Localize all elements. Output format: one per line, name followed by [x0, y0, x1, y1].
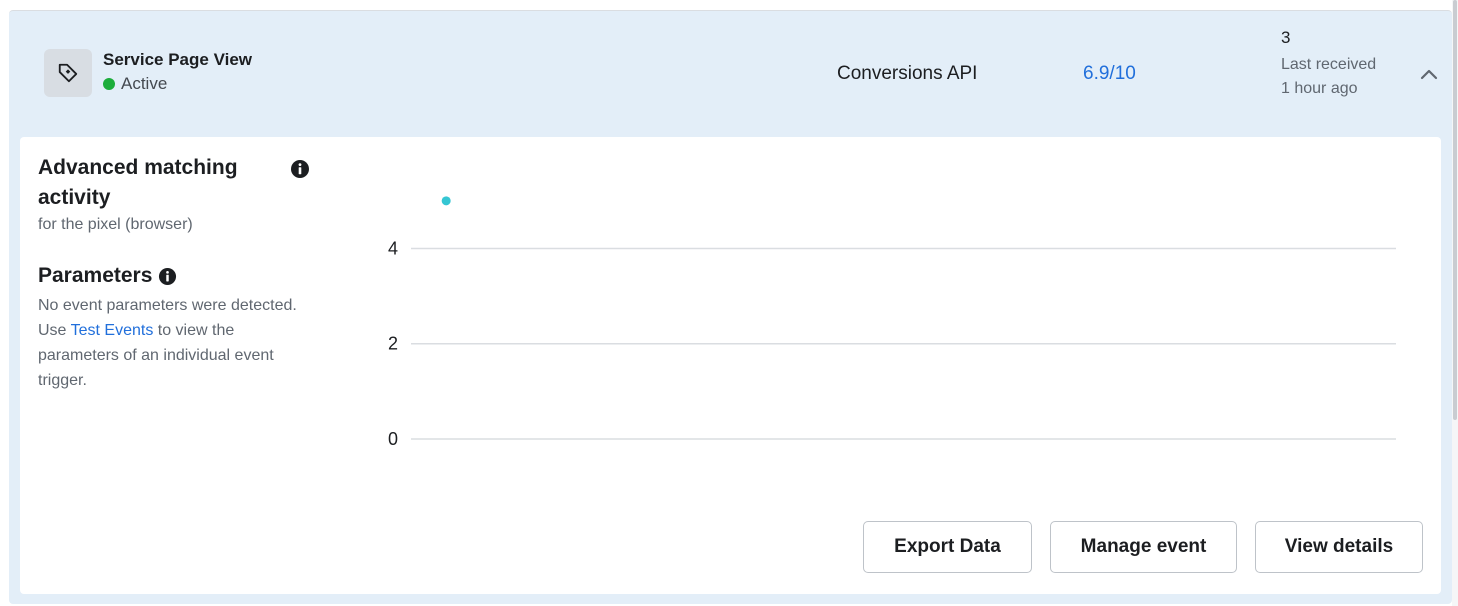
- advanced-matching-subtitle: for the pixel (browser): [38, 216, 193, 233]
- tag-icon: [44, 49, 92, 97]
- advanced-matching-title: Advanced matching activity: [38, 156, 238, 209]
- parameters-title: Parameters: [38, 264, 153, 287]
- activity-chart: 420Feb 10: [388, 196, 1396, 447]
- event-details-panel: Advanced matching activity for the pixel…: [20, 137, 1441, 594]
- manage-event-button[interactable]: Manage event: [1050, 521, 1237, 573]
- parameters-description: No event parameters were detected. Use T…: [38, 293, 318, 393]
- status-label: Active: [121, 74, 168, 93]
- event-header-row[interactable]: Service Page View Active Conversions API…: [9, 11, 1452, 137]
- match-quality-score-link[interactable]: 6.9/10: [1083, 63, 1136, 85]
- parameters-heading: Parameters: [38, 264, 177, 288]
- test-events-link[interactable]: Test Events: [71, 322, 154, 339]
- status-dot-icon: [103, 78, 115, 90]
- y-tick-label: 2: [388, 334, 398, 354]
- info-icon[interactable]: [158, 267, 177, 286]
- scrollbar-thumb[interactable]: [1453, 0, 1457, 420]
- last-received-text: Last received 1 hour ago: [1281, 56, 1377, 97]
- y-tick-label: 4: [388, 238, 398, 258]
- event-count: 3: [1281, 28, 1291, 47]
- event-name: Service Page View: [103, 50, 253, 69]
- info-icon[interactable]: [290, 159, 310, 184]
- event-card: Service Page View Active Conversions API…: [9, 10, 1452, 604]
- view-details-button[interactable]: View details: [1255, 521, 1423, 573]
- export-data-button[interactable]: Export Data: [863, 521, 1032, 573]
- event-status: Active: [103, 74, 167, 94]
- event-source: Conversions API: [837, 63, 978, 84]
- scrollbar[interactable]: [1452, 0, 1458, 606]
- data-point[interactable]: [441, 196, 451, 206]
- y-tick-label: 0: [388, 429, 398, 447]
- chevron-up-icon[interactable]: [1417, 63, 1441, 87]
